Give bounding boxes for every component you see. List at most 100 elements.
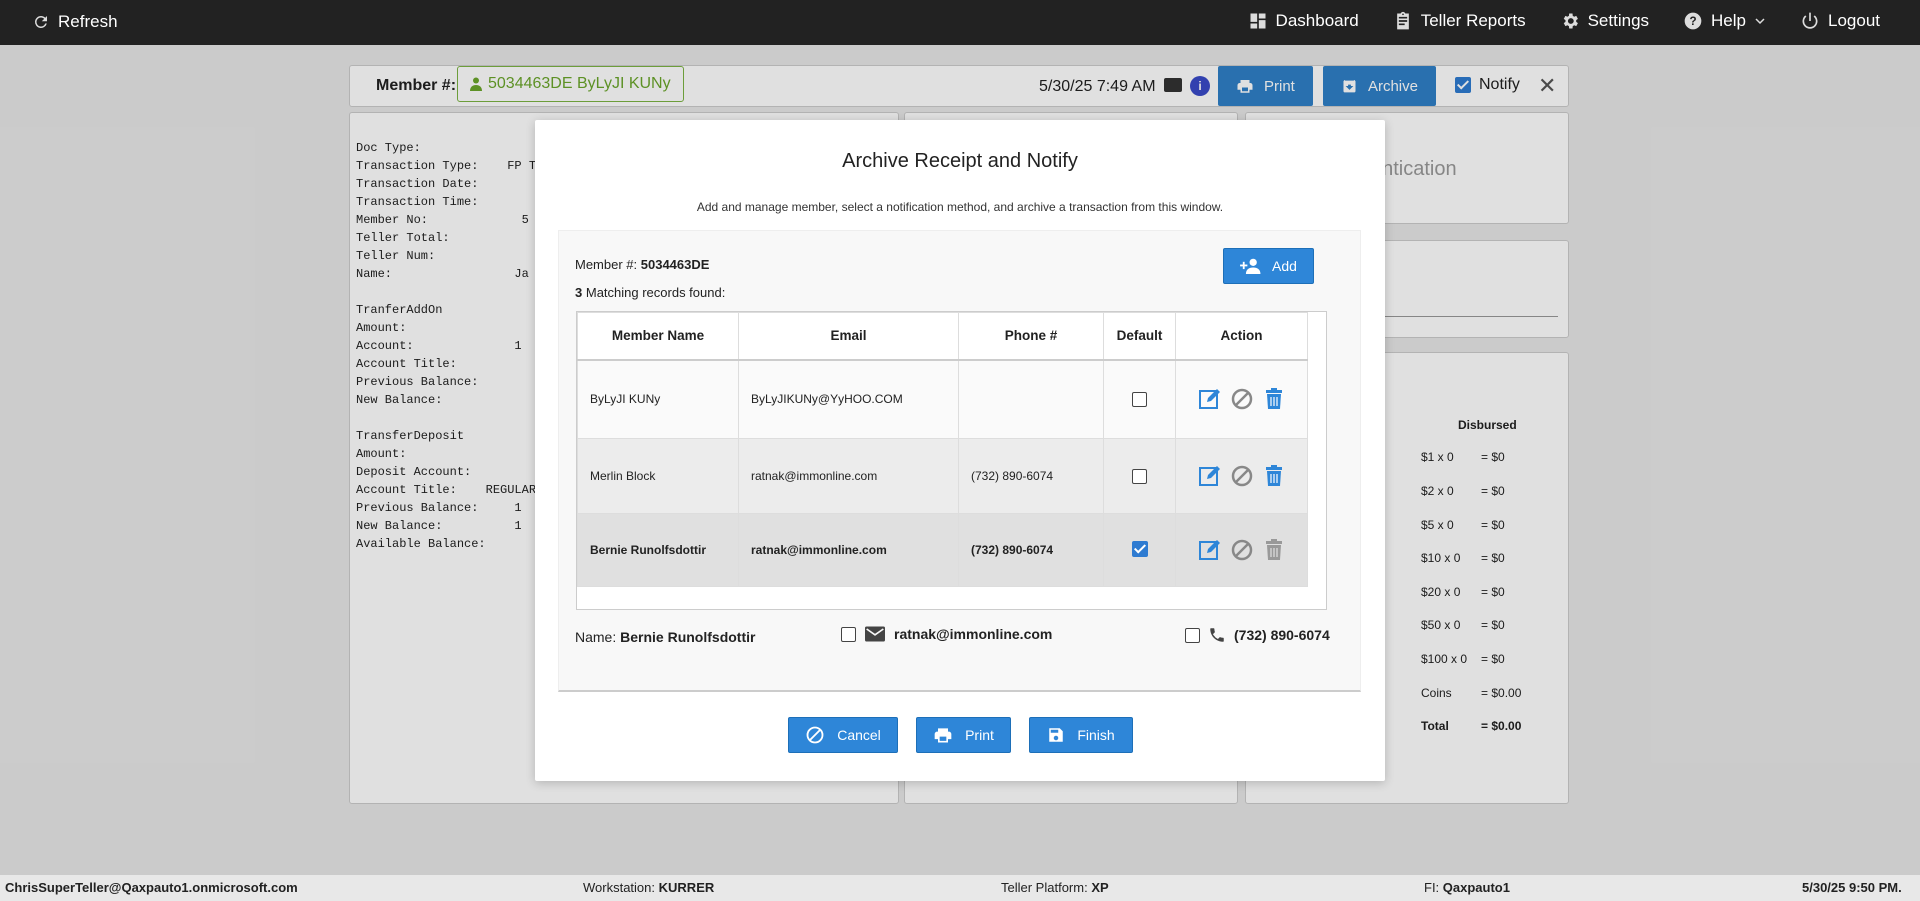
footer-fi-value: Qaxpauto1: [1442, 880, 1510, 895]
trash-icon[interactable]: [1262, 387, 1286, 411]
selected-name-value: Bernie Runolfsdottir: [620, 629, 756, 645]
cell-actions: [1175, 359, 1308, 439]
teller-reports-label: Teller Reports: [1420, 11, 1526, 30]
selected-email: ratnak@immonline.com: [894, 626, 1053, 642]
phone-icon: [1210, 628, 1224, 642]
match-summary: 3 Matching records found:: [575, 285, 725, 300]
refresh-label: Refresh: [58, 12, 118, 31]
disable-icon[interactable]: [1230, 464, 1254, 488]
finish-label: Finish: [1077, 727, 1115, 743]
chevron-down-icon: [1755, 18, 1765, 25]
footer-datetime-value: 5/30/25 9:50 PM.: [1802, 880, 1902, 895]
cell-member-name: Bernie Runolfsdottir: [577, 513, 739, 587]
email-notify-checkbox[interactable]: [841, 626, 856, 642]
save-icon: [1049, 728, 1064, 742]
dialog-title: Archive Receipt and Notify: [842, 150, 1078, 172]
settings-link[interactable]: Settings: [1560, 11, 1649, 31]
footer-datetime: 5/30/25 9:50 PM.: [1802, 880, 1902, 895]
trash-icon-disabled: [1265, 539, 1282, 560]
dashboard-label: Dashboard: [1275, 11, 1359, 30]
col-email: Email: [738, 312, 959, 361]
selected-name-label: Name:: [575, 629, 617, 645]
footer-workstation-value: KURRER: [658, 880, 715, 895]
default-checkbox-checked[interactable]: [1131, 540, 1148, 557]
cancel-button[interactable]: Cancel: [788, 717, 898, 753]
cell-member-name: Merlin Block: [577, 438, 739, 514]
default-checkbox[interactable]: [1132, 391, 1147, 407]
email-notify-option: ratnak@immonline.com: [841, 626, 1052, 642]
cell-actions: [1175, 438, 1308, 514]
default-checkbox[interactable]: [1132, 468, 1147, 484]
finish-button[interactable]: Finish: [1029, 717, 1133, 753]
cell-actions: [1175, 513, 1308, 587]
cell-email: ratnak@immonline.com: [738, 438, 959, 514]
footer-fi-label: FI:: [1424, 880, 1440, 895]
add-member-label: Add: [1272, 258, 1297, 274]
status-footer: ChrisSuperTeller@Qaxpauto1.onmicrosoft.c…: [0, 875, 1920, 901]
cell-member-name: ByLyJI KUNy: [577, 359, 739, 439]
col-default: Default: [1103, 312, 1176, 361]
gear-icon: [1563, 13, 1578, 29]
footer-workstation-label: Workstation:: [583, 880, 656, 895]
footer-platform-label: Teller Platform:: [1001, 880, 1088, 895]
match-text: Matching records found:: [585, 285, 726, 300]
edit-icon[interactable]: [1198, 387, 1222, 411]
trash-icon[interactable]: [1262, 464, 1286, 488]
member-number-value: 5034463DE: [640, 257, 710, 272]
envelope-icon: [865, 626, 885, 642]
table-row-selected[interactable]: Bernie Runolfsdottir ratnak@immonline.co…: [577, 513, 1308, 587]
dialog-subtitle: Add and manage member, select a notifica…: [696, 200, 1224, 214]
help-label: Help: [1711, 11, 1746, 30]
printer-icon: [934, 728, 952, 743]
footer-user-value: ChrisSuperTeller@Qaxpauto1.onmicrosoft.c…: [5, 880, 298, 895]
dashboard-link[interactable]: Dashboard: [1248, 11, 1359, 31]
selected-name: Name: Bernie Runolfsdottir: [575, 629, 755, 645]
teller-reports-link[interactable]: Teller Reports: [1393, 11, 1526, 31]
top-nav-bar: Refresh Dashboard Teller Reports Setting…: [0, 0, 1920, 45]
power-icon: [1802, 12, 1818, 29]
member-number-label: Member #:: [575, 257, 638, 272]
cell-phone: (732) 890-6074: [958, 513, 1104, 587]
footer-user: ChrisSuperTeller@Qaxpauto1.onmicrosoft.c…: [5, 880, 298, 895]
print-button[interactable]: Print: [916, 717, 1011, 753]
clipboard-icon: [1396, 11, 1409, 30]
cell-default: [1103, 359, 1176, 439]
dashboard-icon: [1250, 13, 1266, 29]
disable-icon[interactable]: [1230, 538, 1254, 562]
table-row[interactable]: Merlin Block ratnak@immonline.com (732) …: [577, 438, 1308, 514]
add-member-button[interactable]: Add: [1223, 248, 1314, 284]
help-icon: ?: [1684, 12, 1702, 30]
cell-phone: [958, 359, 1104, 439]
cell-default: [1103, 513, 1176, 587]
cell-default: [1103, 438, 1176, 514]
edit-icon[interactable]: [1198, 538, 1222, 562]
help-menu[interactable]: ? Help: [1683, 11, 1766, 31]
col-member-name: Member Name: [577, 312, 739, 361]
member-number: Member #: 5034463DE: [575, 257, 709, 272]
member-table-wrapper: Member Name Email Phone # Default Action…: [576, 311, 1327, 610]
selected-member-row: Name: Bernie Runolfsdottir ratnak@immonl…: [575, 626, 1355, 650]
table-row[interactable]: ByLyJI KUNy ByLyJIKUNy@YyHOO.COM: [577, 359, 1308, 439]
col-phone: Phone #: [958, 312, 1104, 361]
cell-email: ratnak@immonline.com: [738, 513, 959, 587]
member-records-panel: Member #: 5034463DE 3 Matching records f…: [558, 230, 1361, 692]
cell-phone: (732) 890-6074: [958, 438, 1104, 514]
match-count: 3: [575, 285, 583, 300]
phone-notify-checkbox[interactable]: [1185, 627, 1200, 643]
cell-email: ByLyJIKUNy@YyHOO.COM: [738, 359, 959, 439]
logout-label: Logout: [1828, 11, 1880, 30]
edit-icon[interactable]: [1198, 464, 1222, 488]
footer-platform: Teller Platform: XP: [1001, 880, 1109, 895]
logout-link[interactable]: Logout: [1800, 11, 1880, 31]
refresh-button[interactable]: Refresh: [32, 12, 118, 32]
refresh-icon: [34, 15, 47, 28]
archive-notify-dialog: Archive Receipt and Notify Add and manag…: [535, 120, 1385, 781]
footer-workstation: Workstation: KURRER: [583, 880, 714, 895]
footer-fi: FI: Qaxpauto1: [1424, 880, 1510, 895]
col-action: Action: [1175, 312, 1308, 361]
svg-text:?: ?: [1689, 15, 1696, 28]
table-header-row: Member Name Email Phone # Default Action: [577, 312, 1308, 361]
ban-icon: [806, 726, 824, 744]
member-table: Member Name Email Phone # Default Action…: [577, 312, 1308, 587]
disable-icon[interactable]: [1230, 387, 1254, 411]
